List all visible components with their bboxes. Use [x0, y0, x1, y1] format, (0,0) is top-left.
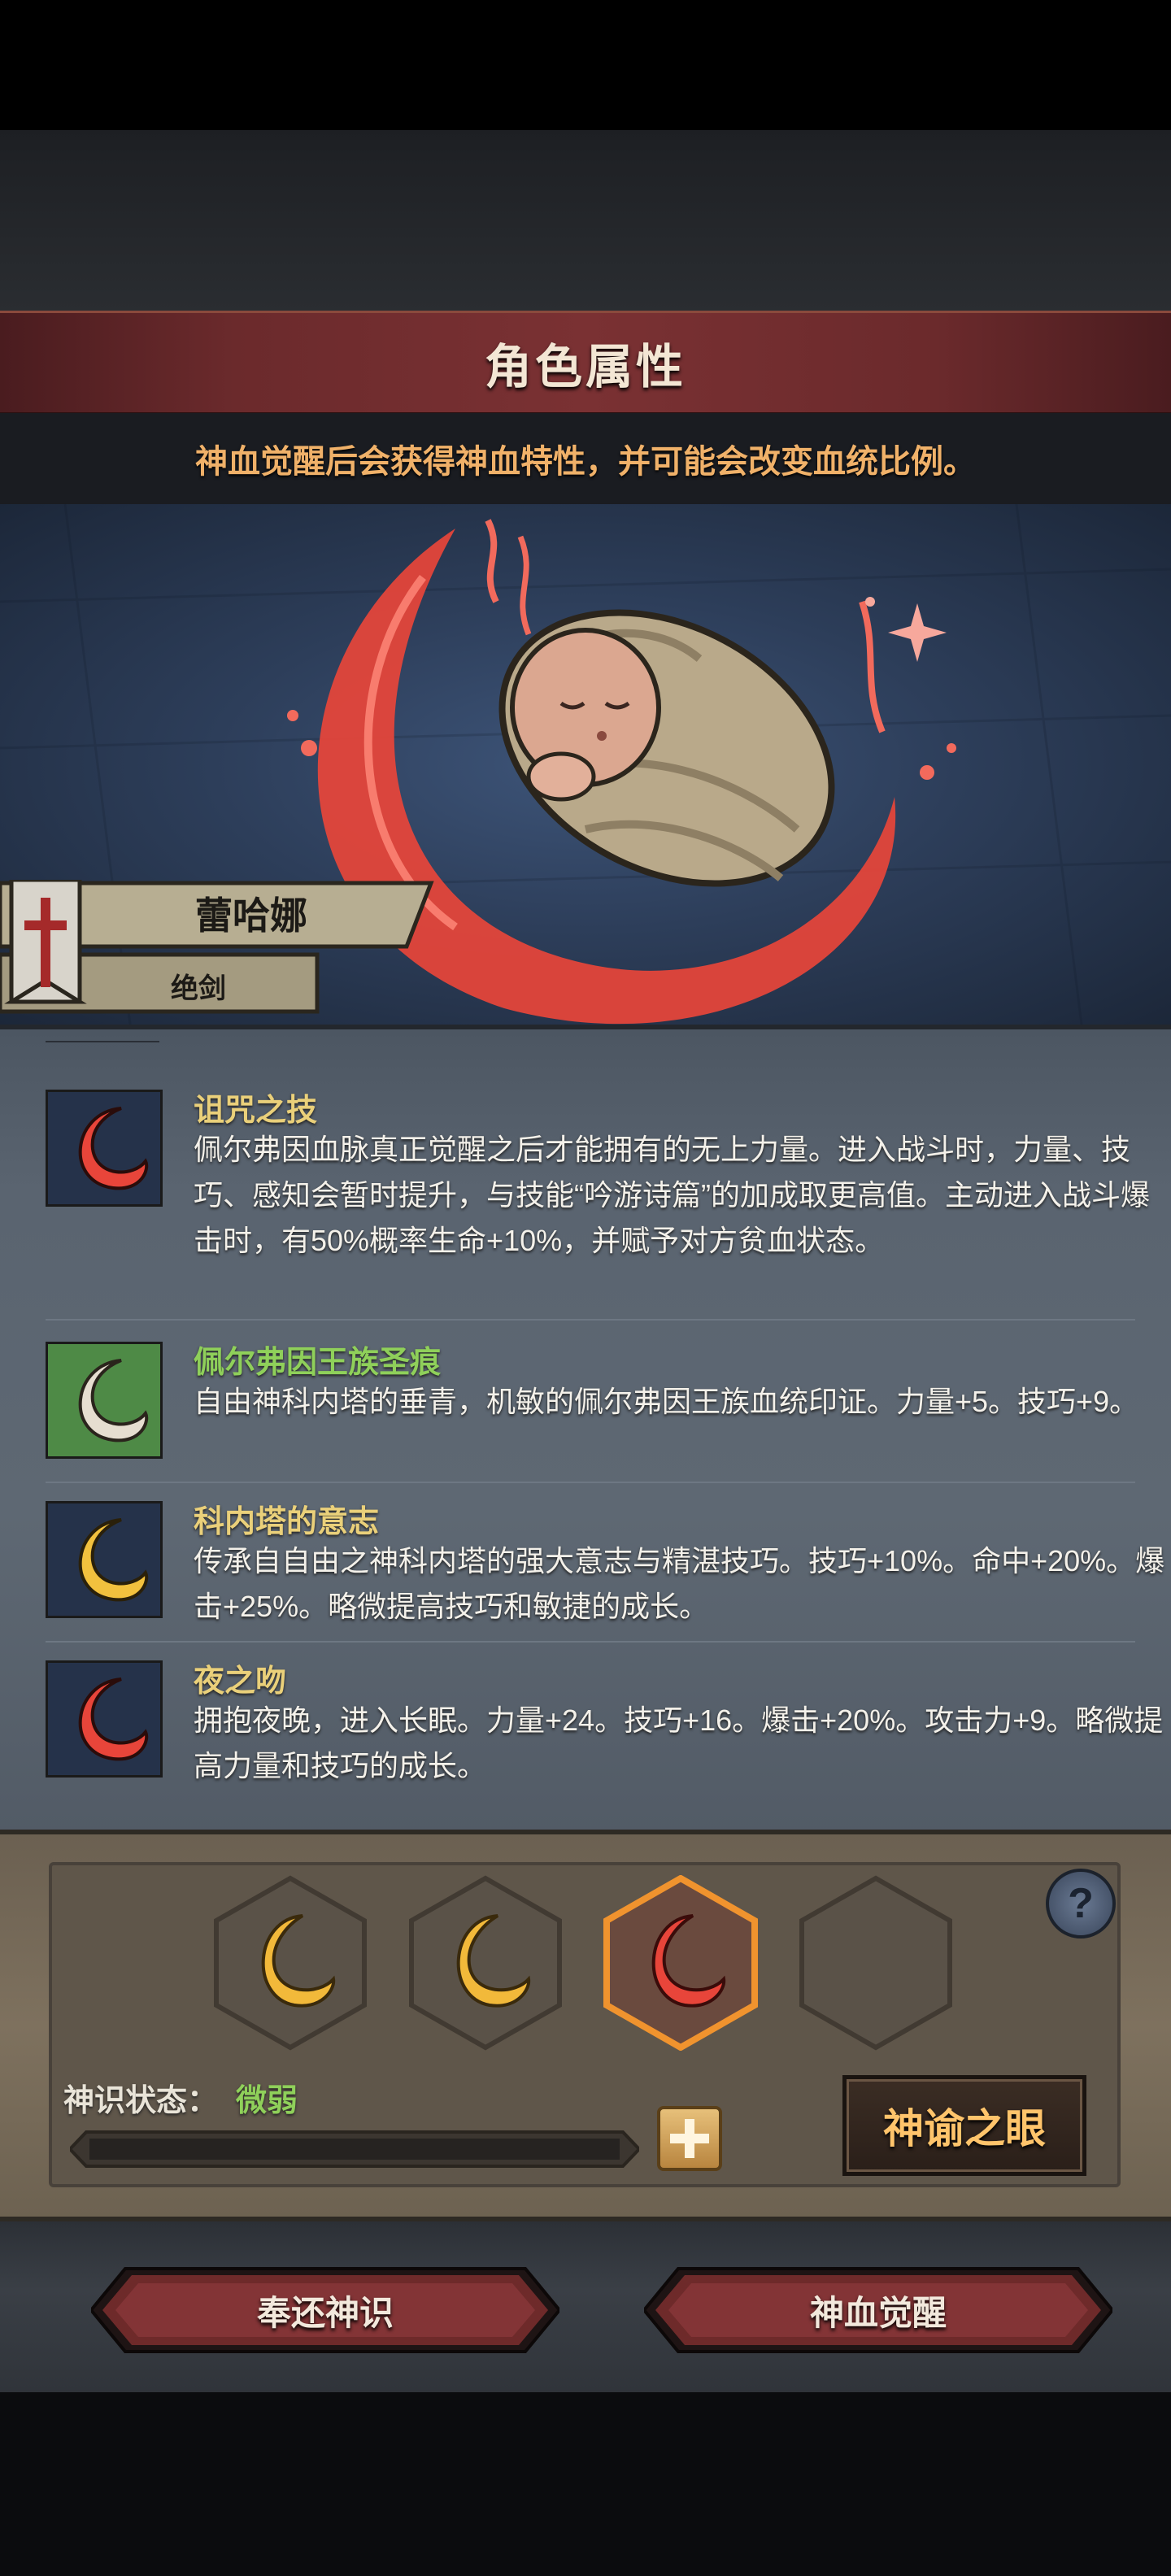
skill-description: 传承自自由之神科内塔的强大意志与精湛技巧。技巧+10%。命中+20%。爆击+25…	[194, 1544, 1165, 1623]
title-banner: 角色属性	[0, 311, 1171, 415]
skill-name: 诅咒之技	[194, 1094, 318, 1128]
skill-name: 科内塔的意志	[194, 1505, 380, 1539]
skill-name: 夜之吻	[194, 1664, 287, 1699]
top-black-bar	[0, 0, 1171, 130]
skill-name: 佩尔弗因王族圣痕	[194, 1346, 442, 1380]
divine-slot-2[interactable]	[408, 1875, 563, 2051]
awakening-notice: 神血觉醒后会获得神血特性，并可能会改变血统比例。	[195, 444, 976, 480]
red-crescent-icon	[46, 1660, 163, 1778]
skill-item[interactable]: 夜之吻 拥抱夜晚，进入长眠。力量+24。技巧+16。爆击+20%。攻击力+9。略…	[46, 1656, 1163, 1818]
skill-item[interactable]: 科内塔的意志 传承自自由之神科内塔的强大意志与精湛技巧。技巧+10%。命中+20…	[46, 1496, 1164, 1643]
character-name: 蕾哈娜	[195, 894, 307, 937]
blood-awaken-label: 神血觉醒	[809, 2293, 947, 2332]
notice-bar: 神血觉醒后会获得神血特性，并可能会改变血统比例。	[0, 413, 1171, 504]
page-title: 角色属性	[484, 341, 686, 394]
add-sense-button[interactable]	[657, 2106, 722, 2171]
sense-status-value: 微弱	[236, 2084, 298, 2118]
skill-description: 拥抱夜晚，进入长眠。力量+24。技巧+16。爆击+20%。攻击力+9。略微提高力…	[194, 1704, 1164, 1782]
return-sense-label: 奉还神识	[256, 2293, 394, 2332]
oracle-eye-button[interactable]: 神谕之眼	[842, 2075, 1086, 2176]
oracle-eye-label: 神谕之眼	[883, 2106, 1046, 2152]
skill-divider	[46, 1482, 1135, 1483]
character-title: 绝剑	[171, 973, 226, 1004]
skill-divider	[46, 1319, 1135, 1321]
skill-item[interactable]: 诅咒之技 佩尔弗因血脉真正觉醒之后才能拥有的无上力量。进入战斗时，力量、技巧、感…	[46, 1085, 1150, 1280]
sense-progress-bar	[67, 2130, 642, 2168]
divine-slot-4-empty[interactable]	[799, 1875, 953, 2051]
bottom-black-bar	[0, 2392, 1171, 2576]
sense-status-label: 神识状态：	[63, 2084, 219, 2118]
gold-crescent-icon	[46, 1501, 163, 1618]
red-crescent-icon	[46, 1090, 163, 1207]
skills-panel[interactable]: 诅咒之技 佩尔弗因血脉真正觉醒之后才能拥有的无上力量。进入战斗时，力量、技巧、感…	[0, 1025, 1171, 1834]
skill-description: 佩尔弗因血脉真正觉醒之后才能拥有的无上力量。进入战斗时，力量、技巧、感知会暂时提…	[194, 1133, 1150, 1257]
header-background	[0, 130, 1171, 311]
scroll-divider	[46, 1041, 159, 1042]
skill-item[interactable]: 佩尔弗因王族圣痕 自由神科内塔的垂青，机敏的佩尔弗因王族血统印证。力量+5。技巧…	[46, 1337, 1138, 1483]
help-button[interactable]: ?	[1046, 1869, 1116, 1939]
white-crescent-icon	[46, 1342, 163, 1459]
skill-description: 自由神科内塔的垂青，机敏的佩尔弗因王族血统印证。力量+5。技巧+9。	[194, 1385, 1139, 1418]
divine-slot-1[interactable]	[213, 1875, 368, 2051]
character-name-plate: 蕾哈娜 绝剑	[0, 880, 455, 1020]
skill-divider	[46, 1641, 1135, 1643]
blood-awaken-button[interactable]: 神血觉醒	[644, 2265, 1112, 2355]
divine-slot-3-selected[interactable]	[603, 1874, 758, 2052]
return-sense-button[interactable]: 奉还神识	[91, 2265, 559, 2355]
